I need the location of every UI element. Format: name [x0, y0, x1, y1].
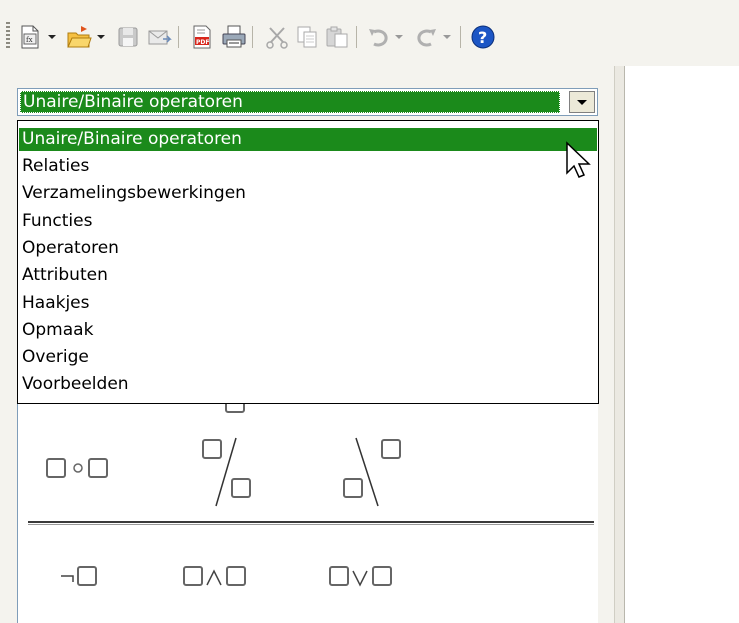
list-item[interactable]: Verzamelingsbewerkingen [19, 182, 597, 205]
circle-operator-symbol[interactable] [45, 454, 141, 484]
open-folder-icon[interactable] [66, 24, 92, 50]
toolbar-grip[interactable] [6, 22, 10, 48]
symbol-grid [17, 404, 598, 623]
print-icon[interactable] [221, 24, 247, 50]
document-area[interactable] [625, 66, 739, 623]
category-select-value[interactable]: Unaire/Binaire operatoren [20, 91, 560, 113]
toolbar-separator [178, 26, 179, 48]
formula-icon[interactable]: fx [17, 24, 43, 50]
chevron-down-icon[interactable] [96, 33, 106, 41]
export-pdf-icon[interactable]: PDF [189, 24, 215, 50]
save-icon[interactable] [115, 24, 141, 50]
logical-or-symbol[interactable] [328, 562, 428, 592]
list-item[interactable]: Opmaak [19, 319, 597, 342]
help-icon[interactable]: ? [470, 24, 496, 50]
list-item[interactable]: Unaire/Binaire operatoren [19, 128, 597, 151]
toolbar-separator [460, 26, 461, 48]
section-divider [28, 521, 594, 525]
panel-splitter[interactable] [614, 66, 625, 623]
list-item[interactable]: Relaties [19, 155, 597, 178]
email-icon[interactable] [146, 24, 172, 50]
main-toolbar: fx PDF ? [0, 0, 739, 66]
dropdown-button[interactable] [569, 91, 595, 113]
negation-symbol[interactable] [58, 562, 118, 592]
toolbar-separator [356, 26, 357, 48]
svg-text:PDF: PDF [196, 39, 209, 46]
redo-icon[interactable] [413, 24, 439, 50]
partial-symbol[interactable] [224, 404, 246, 414]
mouse-cursor-icon [565, 141, 593, 183]
chevron-down-icon[interactable] [394, 33, 404, 41]
list-item[interactable]: Functies [19, 210, 597, 233]
paste-icon[interactable] [324, 24, 350, 50]
chevron-down-icon[interactable] [47, 33, 57, 41]
category-select[interactable]: Unaire/Binaire operatoren [17, 88, 598, 116]
chevron-down-icon [577, 100, 587, 105]
svg-text:?: ? [478, 28, 487, 47]
backslash-symbol[interactable] [338, 434, 418, 514]
list-item[interactable]: Haakjes [19, 292, 597, 315]
undo-icon[interactable] [366, 24, 392, 50]
division-slash-symbol[interactable] [198, 434, 278, 514]
category-dropdown-list[interactable]: Unaire/Binaire operatoren Relaties Verza… [17, 120, 599, 404]
copy-icon[interactable] [294, 24, 320, 50]
cut-icon[interactable] [264, 24, 290, 50]
list-item[interactable]: Attributen [19, 264, 597, 287]
toolbar-separator [252, 26, 253, 48]
chevron-down-icon[interactable] [442, 33, 452, 41]
svg-text:fx: fx [26, 36, 33, 44]
list-item[interactable]: Voorbeelden [19, 373, 597, 396]
list-item[interactable]: Overige [19, 346, 597, 369]
list-item[interactable]: Operatoren [19, 237, 597, 260]
logical-and-symbol[interactable] [182, 562, 282, 592]
